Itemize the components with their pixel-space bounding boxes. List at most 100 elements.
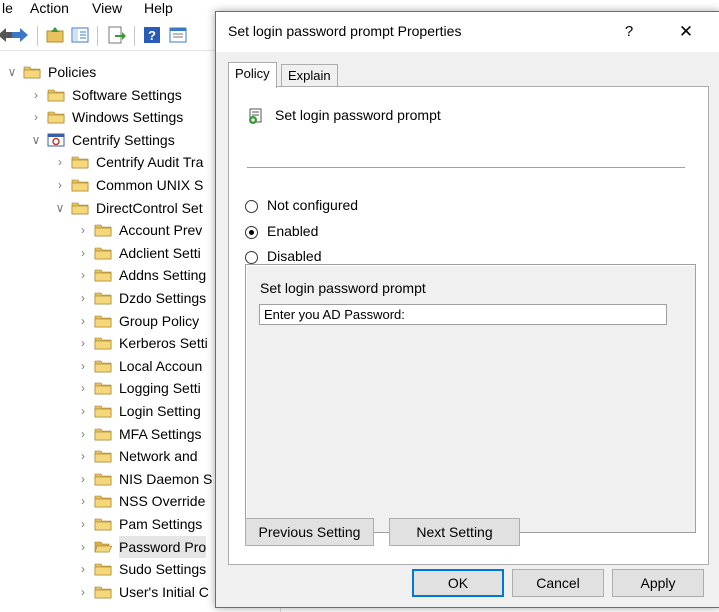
forward-arrow-icon[interactable] <box>10 25 30 45</box>
folder-icon <box>71 157 89 169</box>
chevron-right-icon[interactable]: › <box>76 310 90 332</box>
divider <box>247 167 685 169</box>
radio-label: Enabled <box>267 223 319 239</box>
folder-icon <box>23 66 41 79</box>
chevron-down-icon[interactable]: ∨ <box>5 61 19 83</box>
tree-item-label: NIS Daemon S <box>119 470 213 487</box>
help-button[interactable]: ? <box>614 20 644 44</box>
tree-item-label: Centrify Audit Tra <box>96 154 204 171</box>
tree-item-label: Local Accoun <box>119 357 203 374</box>
tree-item-label: DirectControl Set <box>96 199 203 216</box>
policy-setting-icon <box>249 108 262 124</box>
tree-item-label: Common UNIX S <box>96 177 204 193</box>
chevron-right-icon[interactable]: › <box>53 151 67 173</box>
radio-button[interactable] <box>245 226 258 239</box>
dialog-titlebar[interactable]: Set login password prompt Properties ? ✕ <box>216 12 719 52</box>
cancel-button[interactable]: Cancel <box>512 569 604 597</box>
svg-text:?: ? <box>148 28 156 43</box>
folder-icon <box>94 315 112 327</box>
tree-item-label: Policies <box>48 64 97 80</box>
chevron-right-icon[interactable]: › <box>76 287 90 309</box>
tree-item-label: Login Setting <box>119 403 201 419</box>
toolbar-separator <box>134 26 135 46</box>
chevron-right-icon[interactable]: › <box>76 355 90 377</box>
menu-file[interactable]: le <box>2 0 13 16</box>
tree-item-label: Windows Settings <box>72 109 184 126</box>
previous-setting-button[interactable]: Previous Setting <box>245 518 374 546</box>
chevron-right-icon[interactable]: › <box>29 106 43 128</box>
menu-action[interactable]: Action <box>30 0 69 16</box>
tab-policy[interactable]: Policy <box>228 62 277 88</box>
up-folder-icon[interactable] <box>45 25 65 45</box>
chevron-right-icon[interactable]: › <box>76 558 90 580</box>
dialog-title: Set login password prompt Properties <box>228 23 462 39</box>
folder-icon <box>94 337 112 350</box>
folder-icon <box>94 473 112 486</box>
chevron-right-icon[interactable]: › <box>76 536 90 558</box>
folder-icon <box>71 179 89 192</box>
folder-icon <box>94 428 112 440</box>
chevron-down-icon[interactable]: ∨ <box>53 197 67 219</box>
tab-explain[interactable]: Explain <box>281 64 338 87</box>
chevron-right-icon[interactable]: › <box>76 445 90 467</box>
chevron-right-icon[interactable]: › <box>76 377 90 399</box>
close-button[interactable]: ✕ <box>671 20 701 44</box>
folder-icon <box>94 518 112 531</box>
folder-icon <box>94 224 112 237</box>
folder-icon <box>94 405 112 418</box>
radio-button[interactable] <box>245 200 258 213</box>
apply-button[interactable]: Apply <box>612 569 704 597</box>
chevron-down-icon[interactable]: ∨ <box>29 129 43 151</box>
options-panel: Set login password prompt Enter you AD P… <box>245 264 696 533</box>
chevron-right-icon[interactable]: › <box>76 332 90 354</box>
toolbar-separator <box>97 26 98 46</box>
tree-item-label: Kerberos Setti <box>119 335 208 352</box>
folder-icon <box>94 383 112 395</box>
chevron-right-icon[interactable]: › <box>76 264 90 286</box>
tree-item-label: Password Pro <box>119 535 207 558</box>
folder-icon <box>94 563 112 576</box>
chevron-right-icon[interactable]: › <box>76 513 90 535</box>
radio-button[interactable] <box>245 251 258 264</box>
prompt-text-field[interactable]: Enter you AD Password: <box>259 304 667 325</box>
tree-item-label: MFA Settings <box>119 425 202 442</box>
folder-icon <box>94 270 112 282</box>
menu-view[interactable]: View <box>92 0 122 16</box>
open-folder-icon <box>94 541 112 552</box>
chevron-right-icon[interactable]: › <box>76 400 90 422</box>
chevron-right-icon[interactable]: › <box>76 423 90 445</box>
chevron-right-icon[interactable]: › <box>76 490 90 512</box>
show-hide-tree-icon[interactable] <box>70 25 90 45</box>
chevron-right-icon[interactable]: › <box>76 242 90 264</box>
chevron-right-icon[interactable]: › <box>76 468 90 490</box>
export-list-icon[interactable] <box>106 25 126 45</box>
menu-help[interactable]: Help <box>144 0 173 16</box>
radio-label: Disabled <box>267 248 322 264</box>
properties-dialog: Set login password prompt Properties ? ✕… <box>215 11 719 608</box>
prompt-field-label: Set login password prompt <box>260 280 426 296</box>
chevron-right-icon[interactable]: › <box>76 219 90 241</box>
centrify-icon <box>47 133 65 147</box>
chevron-right-icon[interactable]: › <box>53 174 67 196</box>
tree-item-label: Network and <box>119 448 198 465</box>
chevron-right-icon[interactable]: › <box>29 84 43 106</box>
properties-icon[interactable] <box>168 25 188 45</box>
ok-button[interactable]: OK <box>412 569 504 597</box>
folder-icon <box>94 360 112 373</box>
tree-item-label: Addns Setting <box>119 267 207 284</box>
radio-label: Not configured <box>267 197 359 213</box>
chevron-right-icon[interactable]: › <box>76 581 90 603</box>
tree-item-label: Logging Setti <box>119 380 201 397</box>
tree-item-label: User's Initial C <box>119 583 209 600</box>
policy-name: Set login password prompt <box>275 107 441 123</box>
folder-icon <box>94 292 112 305</box>
next-setting-button[interactable]: Next Setting <box>389 518 520 546</box>
tree-item-label: Group Policy <box>119 312 200 329</box>
tree-item-label: Pam Settings <box>119 516 203 532</box>
tree-item-label: Sudo Settings <box>119 561 207 578</box>
folder-icon <box>71 202 89 214</box>
console-tree: ∨ Policies › Software Settings › Windows Sett… <box>0 51 230 612</box>
toolbar-separator <box>37 26 38 46</box>
tree-item-label: Account Prev <box>119 222 203 239</box>
help-icon[interactable]: ? <box>142 25 162 45</box>
